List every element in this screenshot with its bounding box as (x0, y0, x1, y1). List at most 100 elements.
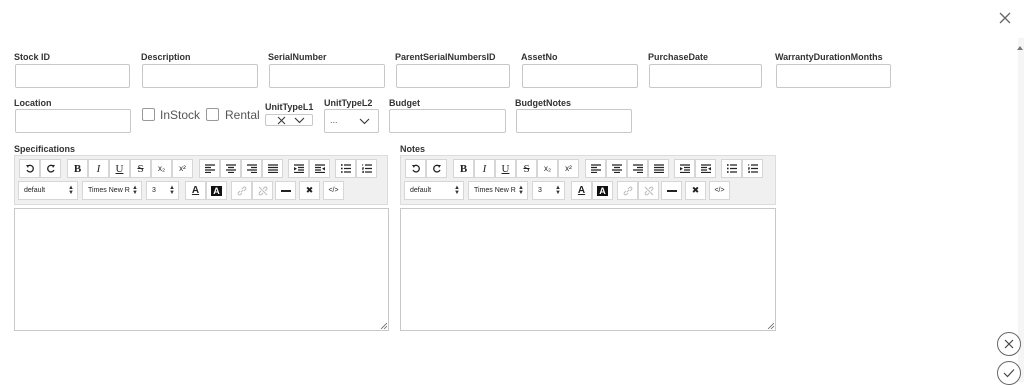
indent-button[interactable] (309, 159, 330, 178)
background-color-glyph: A (211, 185, 222, 196)
remove-format-button[interactable]: ✖ (685, 181, 706, 200)
resize-grip-icon[interactable] (379, 321, 387, 329)
strikethrough-button[interactable]: S (130, 159, 151, 178)
horizontal-rule-icon (666, 189, 677, 192)
rental-checkbox[interactable] (206, 108, 219, 121)
undo-button[interactable] (405, 159, 426, 178)
align-right-button[interactable] (241, 159, 262, 178)
link-button[interactable] (617, 181, 638, 200)
outdent-button[interactable] (288, 159, 309, 178)
horizontal-rule-button[interactable] (275, 181, 296, 200)
superscript-button[interactable]: x² (558, 159, 579, 178)
indent-button[interactable] (695, 159, 716, 178)
unit-type-l2-value: ... (330, 115, 338, 125)
superscript-button[interactable]: x² (172, 159, 193, 178)
bullet-list-button[interactable] (335, 159, 356, 178)
remove-format-button[interactable]: ✖ (299, 181, 320, 200)
redo-button[interactable] (40, 159, 61, 178)
italic-button[interactable]: I (88, 159, 109, 178)
horizontal-rule-button[interactable] (661, 181, 682, 200)
bullet-list-icon (340, 164, 351, 173)
align-right-icon (246, 164, 257, 173)
italic-button[interactable]: I (474, 159, 495, 178)
description-input[interactable] (142, 64, 258, 88)
align-center-button[interactable] (606, 159, 627, 178)
notes-editor[interactable] (400, 208, 776, 331)
warranty-input[interactable] (776, 64, 891, 88)
stock-id-input[interactable] (15, 64, 130, 88)
subscript-button[interactable]: x₂ (151, 159, 172, 178)
undo-icon (411, 164, 420, 173)
instock-checkbox[interactable] (142, 108, 155, 121)
cancel-button[interactable] (997, 332, 1021, 356)
align-left-icon (204, 164, 215, 173)
background-color-button[interactable]: A (592, 181, 613, 200)
confirm-button[interactable] (997, 361, 1021, 385)
location-input[interactable] (15, 109, 131, 133)
underline-button[interactable]: U (495, 159, 516, 178)
resize-grip-icon[interactable] (766, 321, 774, 329)
parent-serial-input[interactable] (396, 64, 510, 88)
bold-button[interactable]: B (67, 159, 88, 178)
align-center-icon (611, 164, 622, 173)
align-right-icon (632, 164, 643, 173)
text-color-button[interactable]: A (571, 181, 592, 200)
bullet-list-button[interactable] (721, 159, 742, 178)
subscript-button[interactable]: x₂ (537, 159, 558, 178)
font-family-select[interactable]: Times New R ▲ ▼ (468, 181, 528, 200)
unit-type-l1-select[interactable] (265, 114, 313, 126)
serial-number-input[interactable] (269, 64, 385, 88)
purchase-date-input[interactable] (649, 64, 762, 88)
clear-icon[interactable] (277, 116, 286, 125)
budget-notes-input[interactable] (516, 109, 632, 133)
align-right-button[interactable] (627, 159, 648, 178)
numbered-list-button[interactable] (742, 159, 763, 178)
font-size-select[interactable]: 3 ▲ ▼ (532, 181, 565, 200)
align-justify-button[interactable] (262, 159, 283, 178)
font-size-select[interactable]: 3 ▲ ▼ (146, 181, 179, 200)
paragraph-format-select[interactable]: default ▲ ▼ (18, 181, 78, 200)
budget-input[interactable] (389, 109, 506, 133)
unlink-icon (258, 186, 267, 195)
redo-icon (432, 164, 441, 173)
link-button[interactable] (231, 181, 252, 200)
align-left-button[interactable] (199, 159, 220, 178)
redo-button[interactable] (426, 159, 447, 178)
numbered-list-button[interactable] (356, 159, 377, 178)
scroll-up-arrow-icon[interactable] (1017, 46, 1023, 50)
instock-label: InStock (160, 108, 201, 122)
serial-number-label: SerialNumber (268, 52, 327, 62)
specifications-editor[interactable] (14, 208, 389, 331)
source-code-button[interactable]: </> (323, 181, 344, 200)
up-down-arrows-icon: ▲ ▼ (518, 185, 524, 196)
undo-button[interactable] (19, 159, 40, 178)
font-size-value: 3 (152, 187, 156, 194)
paragraph-format-value: default (24, 187, 46, 194)
align-center-button[interactable] (220, 159, 241, 178)
bold-button[interactable]: B (453, 159, 474, 178)
paragraph-format-select[interactable]: default ▲ ▼ (404, 181, 464, 200)
asset-no-input[interactable] (522, 64, 638, 88)
source-code-button[interactable]: </> (709, 181, 730, 200)
background-color-button[interactable]: A (206, 181, 227, 200)
scrollbar[interactable] (1018, 38, 1024, 382)
strikethrough-button[interactable]: S (516, 159, 537, 178)
align-justify-button[interactable] (648, 159, 669, 178)
chevron-down-icon (294, 117, 305, 124)
close-icon[interactable] (998, 11, 1012, 25)
outdent-icon (679, 164, 690, 173)
unit-type-l2-select[interactable]: ... (324, 109, 379, 133)
outdent-button[interactable] (674, 159, 695, 178)
align-left-button[interactable] (585, 159, 606, 178)
unit-type-l1-label: UnitTypeL1 (265, 102, 314, 112)
up-down-arrows-icon: ▲ ▼ (68, 185, 74, 196)
budget-notes-label: BudgetNotes (515, 98, 571, 108)
font-family-select[interactable]: Times New R ▲ ▼ (82, 181, 142, 200)
unlink-button[interactable] (638, 181, 659, 200)
text-color-button[interactable]: A (185, 181, 206, 200)
numbered-list-icon (747, 164, 758, 173)
underline-button[interactable]: U (109, 159, 130, 178)
unlink-button[interactable] (252, 181, 273, 200)
align-justify-icon (653, 164, 664, 173)
stock-id-label: Stock ID (14, 52, 51, 62)
